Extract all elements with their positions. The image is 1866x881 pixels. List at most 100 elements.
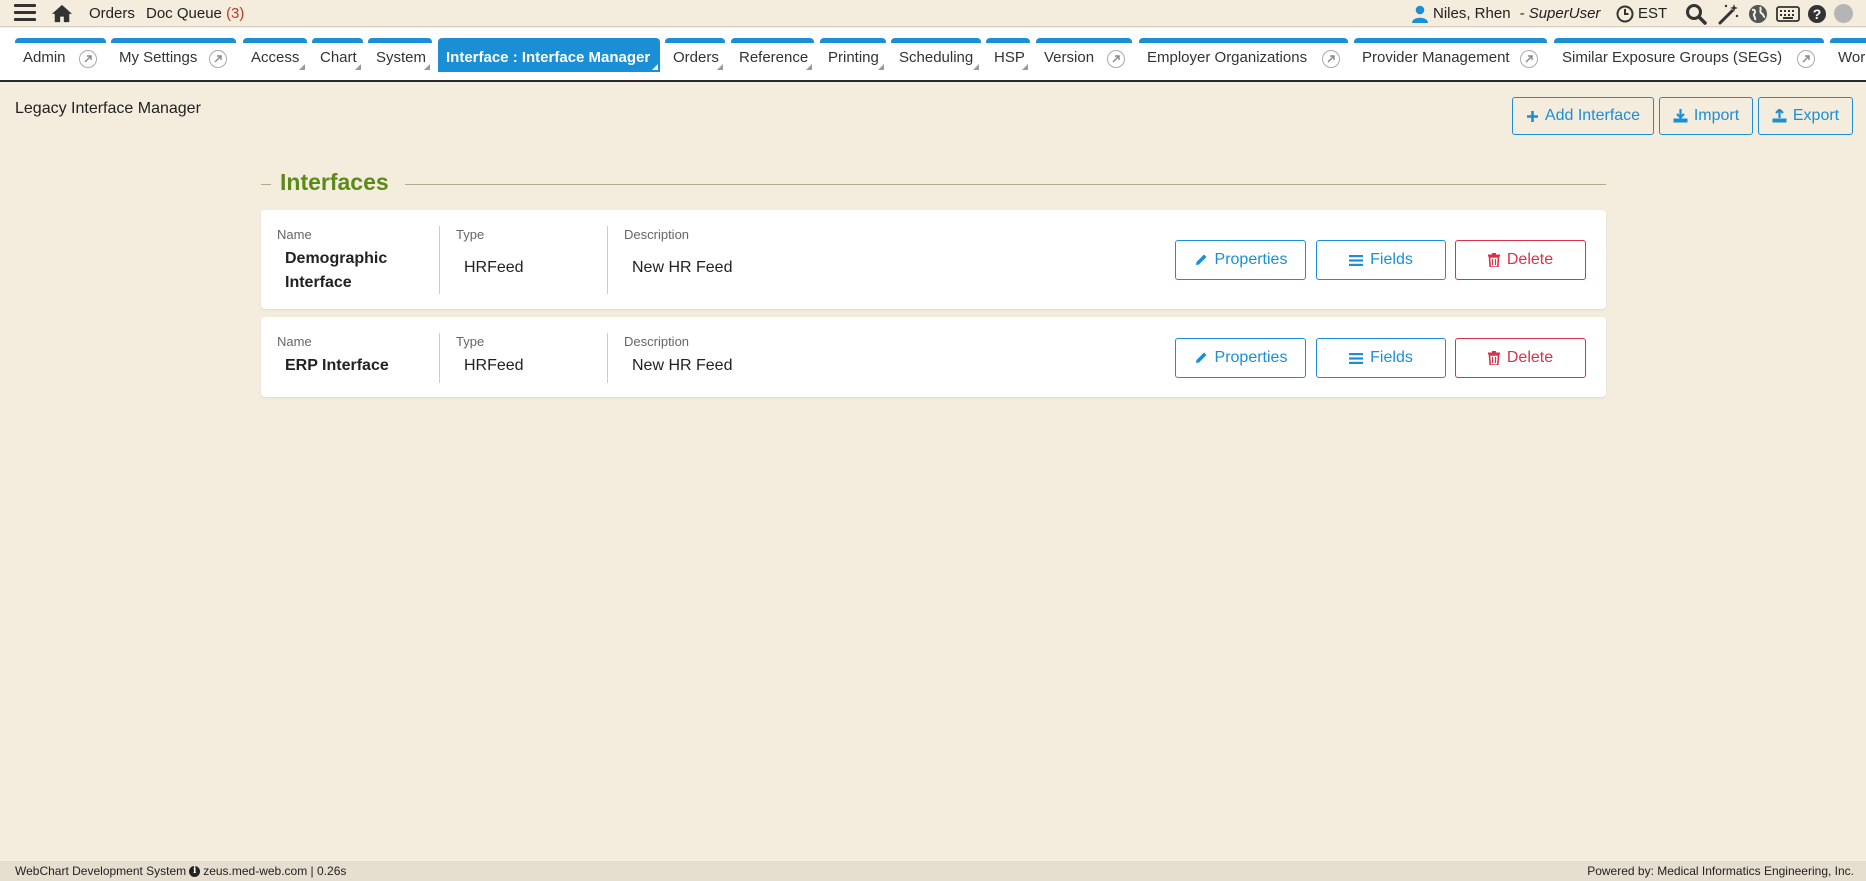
upload-icon (1772, 109, 1787, 123)
system-name: WebChart Development System (15, 864, 187, 878)
home-icon[interactable] (51, 3, 73, 23)
delete-button[interactable]: Delete (1455, 338, 1586, 378)
tab-label: System (376, 49, 427, 66)
section-divider (261, 184, 271, 185)
column-divider (439, 333, 440, 383)
plus-icon (1526, 110, 1538, 122)
tab-scheduling[interactable]: Scheduling (891, 38, 981, 72)
magic-wand-icon[interactable] (1717, 3, 1739, 25)
tab-employer-organizations[interactable]: Employer Organizations (1139, 38, 1348, 72)
description-header: Description (624, 334, 690, 349)
footer-left: WebChart Development System i zeus.med-w… (15, 864, 346, 878)
doc-queue-label: Doc Queue (146, 5, 222, 22)
interface-name: ERP Interface (285, 357, 389, 374)
top-bar: Orders Doc Queue (3) Niles, Rhen - Super… (0, 0, 1866, 27)
import-button[interactable]: Import (1659, 97, 1753, 135)
tab-provider-management[interactable]: Provider Management (1354, 38, 1547, 72)
section-title: Interfaces (280, 169, 389, 195)
external-link-icon[interactable] (1107, 50, 1125, 68)
tab-version[interactable]: Version (1036, 38, 1132, 72)
column-divider (439, 226, 440, 294)
external-link-icon[interactable] (79, 50, 97, 68)
tab-orders[interactable]: Orders (665, 38, 725, 72)
fields-button[interactable]: Fields (1316, 338, 1446, 378)
interface-description: New HR Feed (632, 357, 733, 374)
trash-icon (1487, 253, 1500, 267)
download-icon (1673, 109, 1688, 123)
svg-text:?: ? (1813, 6, 1822, 22)
tab-admin[interactable]: Admin (15, 38, 106, 72)
external-link-icon[interactable] (1797, 50, 1815, 68)
name-header: Name (277, 334, 312, 349)
fields-label: Fields (1370, 349, 1413, 366)
tab-label: Reference (739, 49, 809, 66)
page-title: Legacy Interface Manager (15, 100, 201, 117)
tab-label: Orders (673, 49, 719, 66)
properties-label: Properties (1214, 251, 1288, 268)
properties-label: Properties (1214, 349, 1288, 366)
tab-label: Chart (320, 49, 357, 66)
tab-hsp[interactable]: HSP (986, 38, 1030, 72)
user-role: - SuperUser (1519, 5, 1601, 22)
tab-chart[interactable]: Chart (312, 38, 363, 72)
external-link-icon[interactable] (1520, 50, 1538, 68)
type-header: Type (456, 334, 485, 349)
list-icon (1349, 352, 1364, 364)
fields-label: Fields (1370, 251, 1413, 268)
pencil-icon (1195, 352, 1207, 363)
menu-icon[interactable] (14, 4, 36, 22)
external-link-icon[interactable] (1322, 50, 1340, 68)
tab-label: HSP (994, 49, 1025, 66)
tab-label: Scheduling (899, 49, 974, 66)
search-icon[interactable] (1685, 3, 1707, 25)
add-interface-label: Add Interface (1544, 107, 1641, 124)
doc-queue-link[interactable]: Doc Queue (3) (146, 5, 244, 22)
interface-type: HRFeed (464, 357, 524, 374)
import-label: Import (1693, 107, 1740, 124)
external-link-icon[interactable] (209, 50, 227, 68)
tab-label: Admin (23, 49, 66, 66)
export-button[interactable]: Export (1758, 97, 1853, 135)
column-divider (607, 333, 608, 383)
timezone-area[interactable]: EST (1616, 0, 1667, 27)
tab-similar-exposure-groups[interactable]: Similar Exposure Groups (SEGs) (1554, 38, 1824, 72)
interface-type: HRFeed (464, 259, 524, 276)
keyboard-icon[interactable] (1776, 6, 1800, 22)
interface-description: New HR Feed (632, 259, 733, 276)
tab-label: Printing (828, 49, 879, 66)
section-divider (405, 184, 1606, 185)
tab-label: Interface : Interface Manager (446, 49, 651, 66)
list-icon (1349, 254, 1364, 266)
host-info: zeus.med-web.com | 0.26s (203, 864, 347, 878)
tab-system[interactable]: System (368, 38, 432, 72)
properties-button[interactable]: Properties (1175, 240, 1306, 280)
user-icon (1412, 5, 1428, 23)
tab-printing[interactable]: Printing (820, 38, 886, 72)
tab-overflow[interactable]: Worl (1830, 38, 1866, 72)
tab-access[interactable]: Access (243, 38, 307, 72)
description-header: Description (624, 227, 690, 242)
tab-label: Employer Organizations (1147, 49, 1308, 66)
status-dot-icon[interactable] (1834, 4, 1853, 23)
add-interface-button[interactable]: Add Interface (1512, 97, 1654, 135)
properties-button[interactable]: Properties (1175, 338, 1306, 378)
timezone: EST (1638, 5, 1668, 22)
globe-icon[interactable] (1748, 4, 1768, 24)
tab-label: Version (1044, 49, 1095, 66)
info-icon[interactable]: i (189, 865, 201, 877)
pencil-icon (1195, 254, 1207, 265)
user-area[interactable]: Niles, Rhen - SuperUser (1412, 0, 1600, 27)
delete-button[interactable]: Delete (1455, 240, 1586, 280)
interface-name-line: Interface (285, 274, 352, 291)
doc-queue-count: (3) (226, 5, 245, 22)
fields-button[interactable]: Fields (1316, 240, 1446, 280)
tab-my-settings[interactable]: My Settings (111, 38, 236, 72)
delete-label: Delete (1506, 349, 1554, 366)
tab-label: My Settings (119, 49, 198, 66)
user-name: Niles, Rhen (1433, 5, 1511, 22)
orders-link[interactable]: Orders (89, 5, 135, 22)
tab-interface-manager[interactable]: Interface : Interface Manager (438, 38, 660, 72)
tab-reference[interactable]: Reference (731, 38, 814, 72)
powered-by: Powered by: Medical Informatics Engineer… (1587, 864, 1854, 878)
help-icon[interactable]: ? (1807, 4, 1827, 24)
